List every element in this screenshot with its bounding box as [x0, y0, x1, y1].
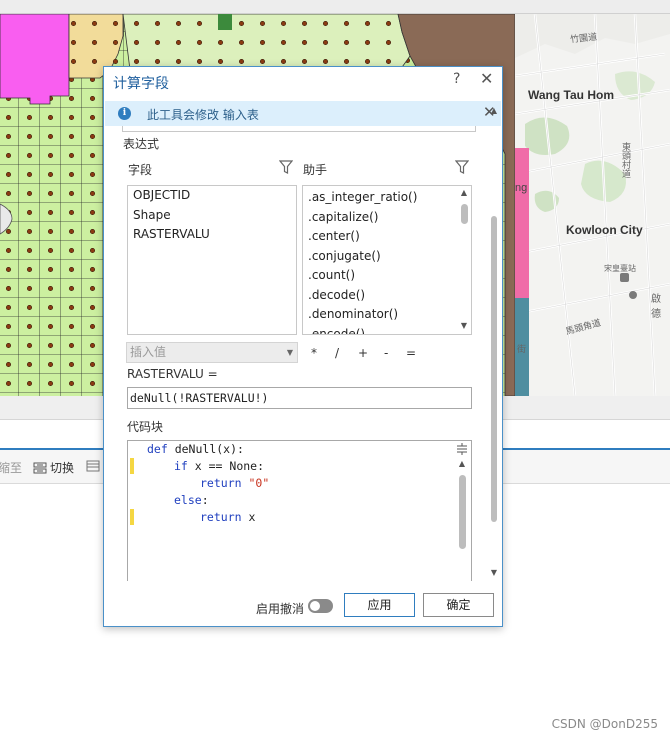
helper-item[interactable]: .denominator() [303, 305, 457, 325]
code-string: "0" [248, 476, 270, 490]
dialog-close-button[interactable]: ✕ [480, 69, 493, 88]
field-item-objectid[interactable]: OBJECTID [128, 186, 296, 206]
switch-button[interactable]: 切换 [33, 459, 74, 476]
scroll-up-arrow-icon[interactable]: ▲ [488, 105, 500, 117]
map-label-partial: ng [515, 182, 528, 194]
watermark: CSDN @DonD255 [551, 717, 658, 731]
helper-item[interactable]: .count() [303, 266, 457, 286]
map-label-wang-tau-hom: Wang Tau Hom [528, 88, 614, 102]
enable-undo-label: 启用撤消 [256, 602, 305, 616]
scroll-thumb[interactable] [461, 204, 468, 224]
basemap-graphic [515, 14, 670, 396]
info-message-bar: i 此工具会修改 输入表 ✕ [105, 101, 501, 126]
code-line-1: def deNull(x): [147, 441, 244, 458]
app-root: Wang Tau Hom Kowloon City 竹園道 東頭村道 宋皇臺站 … [0, 0, 670, 739]
dialog-title: 计算字段 [113, 76, 169, 92]
code-keyword: return [200, 476, 242, 490]
switch-icon [33, 462, 47, 474]
code-keyword: return [200, 510, 242, 524]
help-button[interactable]: ? [453, 71, 460, 87]
operator-minus-button[interactable]: - [384, 346, 388, 360]
changed-line-marker [130, 509, 134, 525]
helpers-filter-icon[interactable] [455, 160, 469, 174]
code-keyword: else [174, 493, 202, 507]
chevron-down-icon: ▼ [286, 348, 293, 357]
insert-value-select[interactable]: 插入值 ▼ [126, 342, 298, 363]
ok-button[interactable]: 确定 [423, 593, 494, 617]
dialog-scrollbar[interactable]: ▲ ▼ [488, 102, 500, 582]
table-icon [86, 460, 100, 472]
info-icon: i [118, 107, 131, 120]
map-label-road: 啟德 [651, 294, 661, 320]
scroll-down-arrow-icon[interactable]: ▼ [488, 567, 500, 579]
code-text: deNull(x): [167, 442, 244, 456]
code-line-5: return x [200, 509, 255, 526]
code-block-label: 代码块 [127, 420, 164, 434]
expression-input[interactable]: deNull(!RASTERVALU!) [127, 387, 472, 409]
helper-item[interactable]: .encode() [303, 325, 457, 335]
helpers-items: .as_integer_ratio() .capitalize() .cente… [303, 188, 457, 335]
code-block-editor[interactable]: def deNull(x): if x == None: return "0" … [127, 440, 472, 581]
code-line-4: else: [174, 492, 209, 509]
changed-line-marker [130, 458, 134, 474]
helpers-label: 助手 [303, 163, 328, 177]
scrolled-field-edge [122, 126, 476, 132]
scroll-up-arrow-icon[interactable]: ▲ [458, 187, 470, 199]
code-line-2: if x == None: [174, 458, 264, 475]
scroll-thumb[interactable] [491, 216, 497, 522]
switch-label: 切换 [50, 461, 75, 475]
operator-plus-button[interactable]: + [358, 346, 368, 360]
split-view-icon[interactable] [456, 443, 468, 455]
code-line-3: return "0" [200, 475, 269, 492]
helpers-list[interactable]: .as_integer_ratio() .capitalize() .cente… [302, 185, 472, 335]
map-label-station: 宋皇臺站 [604, 264, 636, 273]
enable-undo-toggle[interactable] [308, 599, 333, 613]
apply-button[interactable]: 应用 [344, 593, 415, 617]
code-keyword: def [147, 442, 168, 456]
field-item-rastervalu[interactable]: RASTERVALU [128, 225, 296, 245]
field-item-shape[interactable]: Shape [128, 206, 296, 226]
scroll-down-arrow-icon[interactable]: ▼ [458, 320, 470, 332]
fields-label: 字段 [128, 163, 153, 177]
zoom-to-button[interactable]: 缩至 [0, 459, 22, 476]
helper-item[interactable]: .capitalize() [303, 208, 457, 228]
expression-label: 表达式 [123, 137, 160, 151]
scroll-thumb[interactable] [459, 475, 466, 549]
helper-item[interactable]: .decode() [303, 286, 457, 306]
fields-filter-icon[interactable] [279, 160, 293, 174]
map-label-road: 東頭村道 [620, 142, 630, 178]
target-field-label: RASTERVALU = [127, 367, 218, 381]
window-top-strip [0, 0, 670, 14]
helper-item[interactable]: .conjugate() [303, 247, 457, 267]
code-text: x == None: [187, 459, 265, 473]
map-label-kowloon-city: Kowloon City [566, 223, 643, 237]
code-keyword: if [174, 459, 188, 473]
insert-value-placeholder: 插入值 [130, 345, 167, 359]
fields-list[interactable]: OBJECTID Shape RASTERVALU [127, 185, 297, 335]
helpers-scrollbar[interactable]: ▲ ▼ [458, 186, 470, 334]
operator-equals-button[interactable]: = [406, 346, 416, 360]
code-text: x [241, 510, 256, 524]
info-message: 此工具会修改 输入表 [147, 108, 259, 122]
helper-item[interactable]: .center() [303, 227, 457, 247]
map-label-road: 街 [517, 345, 527, 355]
toggle-knob [310, 601, 320, 611]
scroll-up-arrow-icon[interactable]: ▲ [456, 458, 468, 470]
code-text: : [201, 493, 209, 507]
operator-multiply-button[interactable]: * [311, 346, 317, 360]
calculate-field-dialog: 计算字段 ? ✕ i 此工具会修改 输入表 ✕ 表达式 字段 助手 OBJECT… [103, 66, 503, 627]
operator-divide-button[interactable]: / [335, 346, 339, 360]
helper-item[interactable]: .as_integer_ratio() [303, 188, 457, 208]
code-scrollbar[interactable]: ▲ [456, 441, 468, 581]
table-options-button[interactable] [86, 459, 103, 473]
map-view-basemap[interactable]: Wang Tau Hom Kowloon City 竹園道 東頭村道 宋皇臺站 … [515, 14, 670, 396]
